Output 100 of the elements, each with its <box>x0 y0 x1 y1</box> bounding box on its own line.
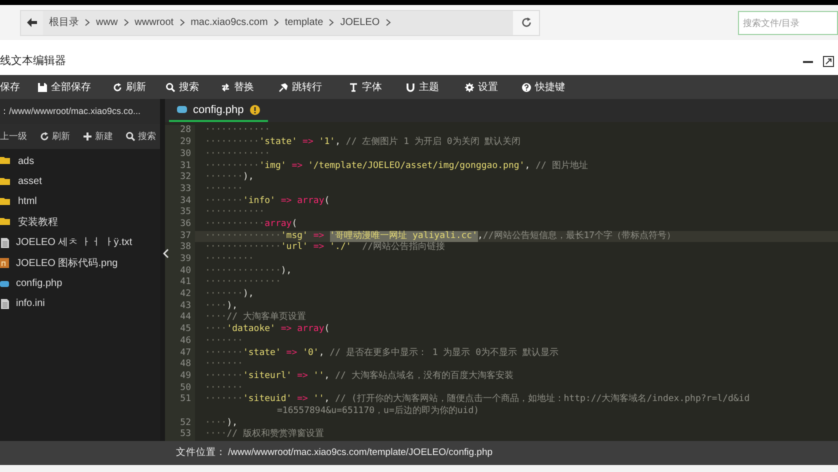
breadcrumb-link[interactable]: template <box>284 15 324 30</box>
whitespace-dots: ·············· <box>205 277 281 289</box>
string-literal: '' <box>313 394 324 406</box>
punctuation: ), <box>242 172 254 184</box>
punctuation: , <box>524 160 532 172</box>
breadcrumb-link[interactable]: wwwroot <box>134 15 174 30</box>
back-arrow-icon <box>27 18 37 27</box>
code-comment: // 版权和赞赏弹窗设置 <box>226 429 324 441</box>
toolbar-button[interactable]: 搜索 <box>166 80 199 94</box>
whitespace-dots: ···· <box>205 324 227 336</box>
toolbar-button[interactable]: 保存 <box>0 80 20 94</box>
whitespace-dots: ······· <box>205 382 243 394</box>
file-item[interactable]: 安装教程 <box>0 212 160 233</box>
file-item[interactable]: info.ini <box>0 294 160 314</box>
whitespace-dots: ··········· <box>205 218 265 231</box>
sidebar-action-button[interactable]: 搜索 <box>126 130 156 144</box>
code-comment: // 图片地址 <box>536 160 588 172</box>
code-comment: //网站公告短信息，最长17个字（带标点符号） <box>482 230 676 242</box>
line-number: 41 <box>165 277 195 290</box>
code-comment: // 左侧图片 1 为开启 0为关闭 默认关闭 <box>346 137 521 149</box>
current-path: ：/www/wwwroot/mac.xiao9cs.co... <box>0 104 141 118</box>
file-item[interactable]: html <box>0 192 160 212</box>
toolbar-button[interactable]: 替换 <box>221 80 254 94</box>
sidebar-action-button[interactable]: 刷新 <box>40 130 70 144</box>
whitespace-dots: ·············· <box>205 242 281 254</box>
punctuation: , <box>318 348 326 360</box>
save-icon <box>38 82 47 92</box>
line-number: 44 <box>165 312 195 324</box>
punctuation: , <box>478 230 483 242</box>
sidebar-action-button[interactable]: 上一级 <box>0 130 27 144</box>
whitespace-dots: ······· <box>205 172 243 184</box>
line-number: 33 <box>165 184 195 196</box>
breadcrumb-link[interactable]: www <box>96 15 118 30</box>
whitespace-dots: ···· <box>205 418 227 430</box>
breadcrumb-link[interactable]: JOELEO <box>340 15 380 30</box>
breadcrumb-link[interactable]: 根目录 <box>49 15 79 30</box>
toolbar-button[interactable]: 设置 <box>465 80 498 94</box>
string-literal: 'siteurl' <box>242 370 292 383</box>
whitespace-dots: ···· <box>205 312 227 324</box>
arrow-operator: => <box>312 230 326 242</box>
reload-button[interactable] <box>513 10 539 34</box>
file-item[interactable]: JOELEO 图标代码.png <box>0 252 160 274</box>
arrow-operator: => <box>312 242 326 254</box>
toolbar-button[interactable]: 快捷键 <box>522 80 565 94</box>
string-literal: '1' <box>318 137 336 149</box>
string-literal: '/template/JOELEO/asset/img/gonggao.png' <box>308 160 525 172</box>
code-comment: // 大淘客站点域名，没有的百度大淘客安装 <box>335 370 514 383</box>
punctuation: , <box>324 370 331 383</box>
code-comment: =16557894&u=651170，u=后边的即为你的uid) <box>277 406 480 418</box>
file-item[interactable]: asset <box>0 171 160 192</box>
image-file-icon <box>0 258 10 268</box>
punctuation: ( <box>324 196 330 208</box>
whitespace-dots: ·············· <box>205 266 281 278</box>
folder-icon <box>0 196 12 207</box>
search-icon <box>166 82 175 92</box>
toolbar-button[interactable]: 字体 <box>349 80 382 94</box>
file-item[interactable]: JOELEO 세ㅊ ㅏㅓ ㅏÿ.txt <box>0 232 160 253</box>
maximize-icon[interactable] <box>823 56 834 67</box>
whitespace-dots: ············ <box>205 148 270 160</box>
status-label: 文件位置： <box>176 446 226 460</box>
whitespace-dots: ··········· <box>205 207 265 219</box>
chevron-right-icon <box>180 19 185 26</box>
file-item[interactable]: ads <box>0 151 160 172</box>
punctuation: , <box>324 394 331 406</box>
toolbar-button[interactable]: 刷新 <box>113 80 146 94</box>
line-number: 29 <box>165 137 195 149</box>
line-number: 40 <box>165 266 195 278</box>
line-number: 32 <box>165 172 195 184</box>
whitespace-dots: ···· <box>205 429 227 441</box>
collapse-chevron-icon[interactable] <box>163 249 169 258</box>
toolbar-button[interactable]: 主题 <box>406 80 439 94</box>
text-cursor-icon <box>349 82 358 92</box>
help-icon <box>522 82 531 92</box>
whitespace-dots: ······· <box>205 196 243 208</box>
array-keyword: array <box>297 196 324 208</box>
selected-text: '哥哩动漫唯一网址 yaliyali.cc' <box>330 230 478 242</box>
document-icon <box>0 298 10 309</box>
whitespace-dots: ············ <box>205 125 270 138</box>
line-number: 49 <box>165 370 195 383</box>
minimize-icon[interactable] <box>803 60 813 62</box>
whitespace-dots: ·············· <box>205 230 281 242</box>
sidebar-action-button[interactable]: 新建 <box>83 130 113 144</box>
arrow-operator: => <box>280 324 293 336</box>
punctuation: , <box>335 137 342 149</box>
string-literal: 'dataoke' <box>226 324 276 336</box>
file-item[interactable]: config.php <box>0 273 160 294</box>
plus-icon <box>83 132 92 141</box>
whitespace-dots: ········· <box>205 254 254 266</box>
line-number: 34 <box>165 196 195 208</box>
array-keyword: array <box>264 218 292 231</box>
gear-icon <box>465 82 474 92</box>
arrow-operator: => <box>285 348 298 360</box>
toolbar-button[interactable]: 跳转行 <box>279 80 322 94</box>
breadcrumb-link[interactable]: mac.xiao9cs.com <box>190 15 268 30</box>
string-literal: './' <box>330 242 352 254</box>
toolbar-button[interactable]: 全部保存 <box>38 80 91 94</box>
line-number: 50 <box>165 382 195 394</box>
string-literal: '' <box>313 370 324 383</box>
search-field[interactable]: 搜索文件/目录 <box>738 10 838 34</box>
line-number: 48 <box>165 359 195 371</box>
